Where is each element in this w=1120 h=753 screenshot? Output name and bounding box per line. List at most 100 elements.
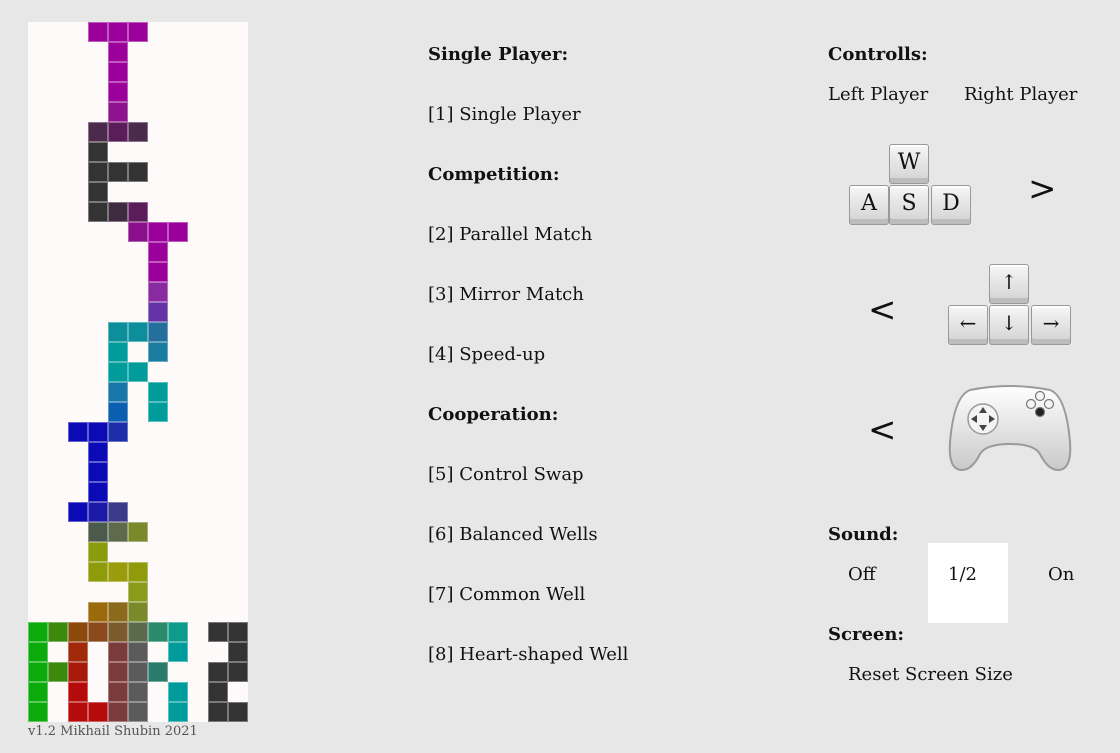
key-down-arrow[interactable]: ↓ — [989, 305, 1029, 345]
well-block — [108, 362, 128, 382]
well-block — [208, 662, 228, 682]
well-block — [108, 402, 128, 422]
well-block — [148, 342, 168, 362]
well-block — [128, 162, 148, 182]
well-block — [128, 602, 148, 622]
well-block — [148, 302, 168, 322]
well-block — [108, 622, 128, 642]
well-block — [48, 622, 68, 642]
reset-screen-size-button[interactable]: Reset Screen Size — [848, 664, 1013, 685]
well-block — [68, 622, 88, 642]
arrows-player-toggle[interactable]: < — [868, 293, 897, 327]
well-block — [208, 682, 228, 702]
sound-half-option[interactable]: 1/2 — [948, 564, 977, 585]
well-block — [168, 622, 188, 642]
well-block — [68, 642, 88, 662]
well-block — [148, 322, 168, 342]
well-block — [68, 702, 88, 722]
key-up-arrow[interactable]: ↑ — [989, 264, 1029, 304]
well-block — [108, 422, 128, 442]
well-block — [108, 62, 128, 82]
well-block — [28, 662, 48, 682]
well-block — [28, 642, 48, 662]
well-block — [88, 542, 108, 562]
well-block — [88, 122, 108, 142]
menu-common-well[interactable]: [7] Common Well — [428, 584, 585, 605]
key-d[interactable]: D — [931, 185, 971, 225]
well-block — [88, 602, 108, 622]
well-block — [168, 642, 188, 662]
well-block — [128, 522, 148, 542]
well-block — [148, 402, 168, 422]
wasd-player-toggle[interactable]: > — [1028, 172, 1057, 206]
well-block — [128, 362, 148, 382]
sound-header: Sound: — [828, 524, 899, 545]
well-block — [88, 482, 108, 502]
right-player-label: Right Player — [964, 84, 1078, 105]
key-s[interactable]: S — [889, 185, 929, 225]
menu-speed-up[interactable]: [4] Speed-up — [428, 344, 545, 365]
well-block — [228, 622, 248, 642]
well-block — [88, 202, 108, 222]
well-block — [108, 202, 128, 222]
well-block — [148, 282, 168, 302]
well-block — [108, 502, 128, 522]
well-block — [148, 222, 168, 242]
well-block — [108, 562, 128, 582]
well-block — [128, 322, 148, 342]
key-right-arrow[interactable]: → — [1031, 305, 1071, 345]
menu-mirror-match[interactable]: [3] Mirror Match — [428, 284, 584, 305]
well-block — [128, 642, 148, 662]
menu-heart-shaped-well[interactable]: [8] Heart-shaped Well — [428, 644, 628, 665]
well-block — [88, 142, 108, 162]
well-block — [108, 102, 128, 122]
well-block — [88, 502, 108, 522]
well-block — [128, 562, 148, 582]
well-block — [148, 622, 168, 642]
well-block — [88, 702, 108, 722]
well-block — [128, 22, 148, 42]
well-block — [68, 662, 88, 682]
menu-control-swap[interactable]: [5] Control Swap — [428, 464, 584, 485]
key-left-arrow[interactable]: ← — [948, 305, 988, 345]
well-block — [168, 702, 188, 722]
gamepad-icon[interactable] — [948, 382, 1072, 474]
left-player-label: Left Player — [828, 84, 929, 105]
well-block — [88, 22, 108, 42]
well-block — [148, 242, 168, 262]
well-block — [28, 682, 48, 702]
version-label: v1.2 Mikhail Shubin 2021 — [28, 724, 198, 739]
menu-balanced-wells[interactable]: [6] Balanced Wells — [428, 524, 598, 545]
well-block — [88, 522, 108, 542]
well-block — [108, 342, 128, 362]
well-block — [148, 662, 168, 682]
well-block — [128, 202, 148, 222]
well-block — [108, 682, 128, 702]
well-block — [228, 702, 248, 722]
well-block — [88, 162, 108, 182]
well-block — [148, 262, 168, 282]
well-block — [128, 682, 148, 702]
well-block — [88, 462, 108, 482]
well-block — [88, 182, 108, 202]
key-w[interactable]: W — [889, 144, 929, 184]
menu-single-player[interactable]: [1] Single Player — [428, 104, 581, 125]
well-block — [168, 222, 188, 242]
sound-off-option[interactable]: Off — [848, 564, 876, 585]
well-block — [28, 622, 48, 642]
controls-header: Controlls: — [828, 44, 928, 65]
well-block — [68, 422, 88, 442]
gamepad-player-toggle[interactable]: < — [868, 413, 897, 447]
well-block — [128, 622, 148, 642]
key-a[interactable]: A — [849, 185, 889, 225]
sound-on-option[interactable]: On — [1048, 564, 1074, 585]
single-player-header: Single Player: — [428, 44, 569, 65]
well-block — [128, 222, 148, 242]
well-block — [108, 382, 128, 402]
menu-parallel-match[interactable]: [2] Parallel Match — [428, 224, 592, 245]
well-block — [68, 682, 88, 702]
well-block — [208, 702, 228, 722]
well-block — [88, 422, 108, 442]
well-block — [48, 662, 68, 682]
well-block — [68, 502, 88, 522]
